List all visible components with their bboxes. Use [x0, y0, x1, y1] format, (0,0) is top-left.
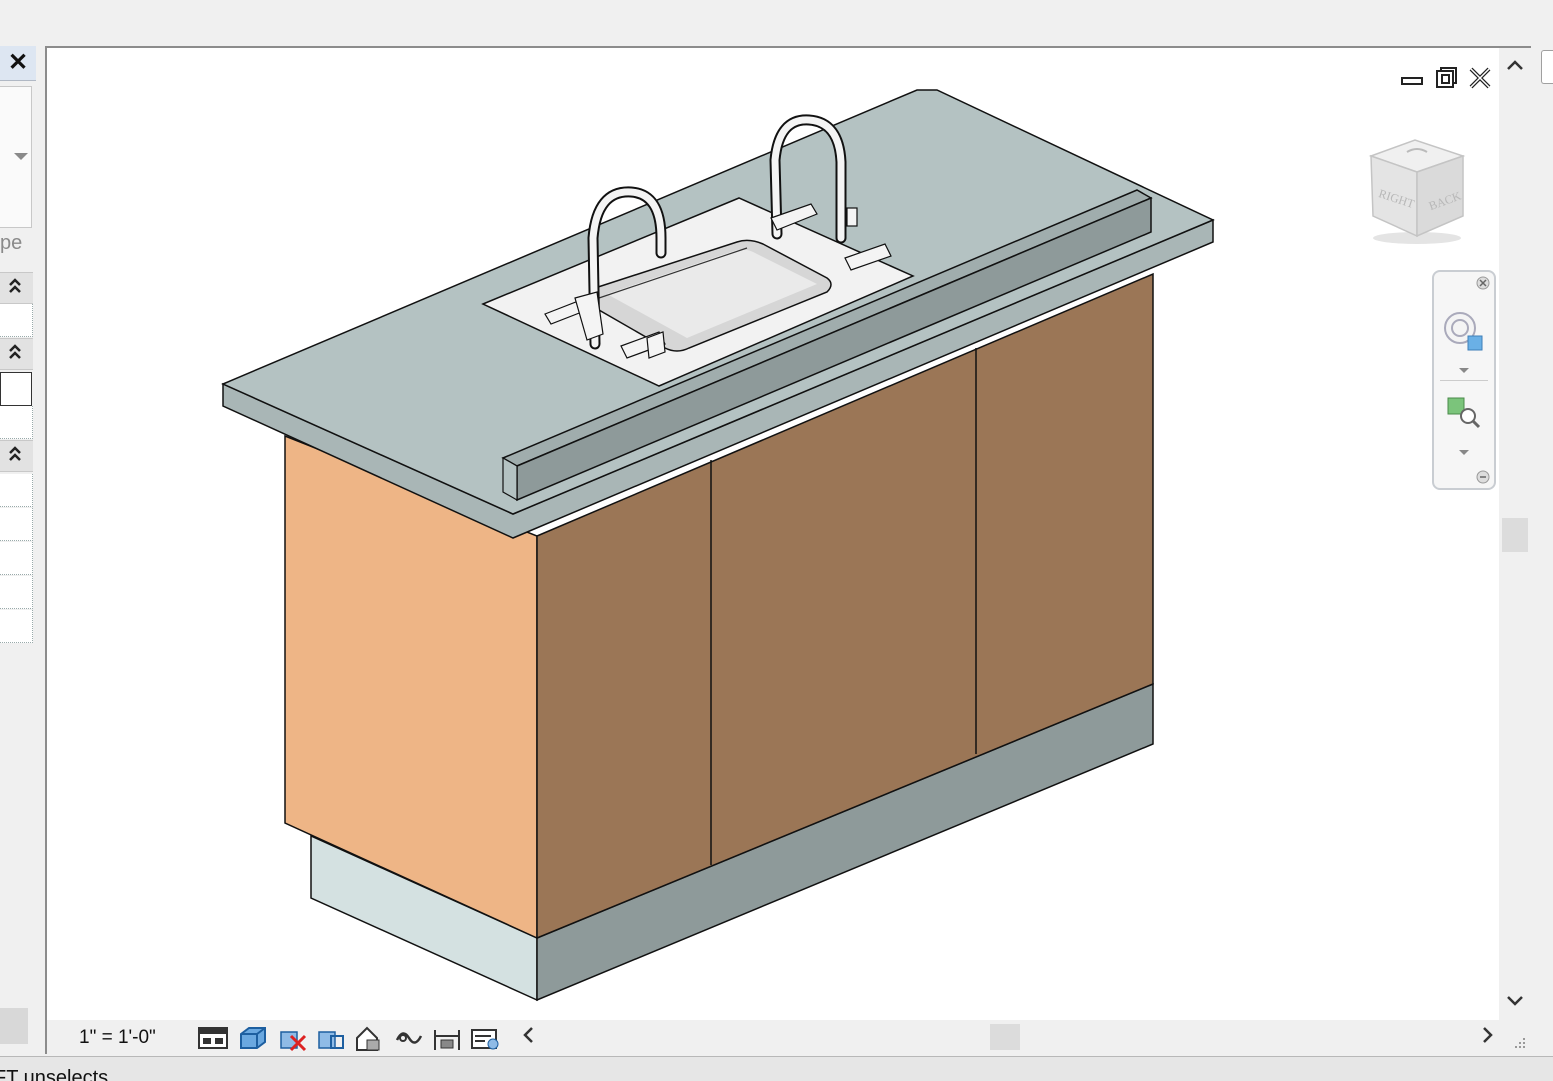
right-panel-edge	[1533, 46, 1553, 1054]
chevron-down-icon	[14, 153, 28, 160]
options-icon[interactable]	[1476, 470, 1490, 489]
collapse-icon[interactable]	[8, 342, 22, 367]
scroll-thumb[interactable]	[1502, 518, 1528, 552]
property-row[interactable]	[0, 304, 33, 337]
scroll-down-icon[interactable]	[1505, 992, 1525, 1014]
property-row[interactable]	[0, 542, 33, 575]
restore-icon[interactable]	[1433, 66, 1459, 90]
close-icon[interactable]: ✕	[0, 46, 36, 81]
3d-viewport[interactable]: RIGHT BACK	[47, 48, 1499, 1020]
status-bar: FT unselects	[0, 1056, 1553, 1081]
resize-grip-icon[interactable]	[1511, 1034, 1527, 1055]
backsplash-end	[502, 456, 518, 502]
minimize-icon[interactable]	[1399, 66, 1425, 90]
temporary-hide-icon[interactable]	[431, 1024, 463, 1052]
crop-view-icon[interactable]	[393, 1024, 425, 1052]
detail-level-icon[interactable]	[197, 1024, 229, 1052]
zoom-icon[interactable]	[1446, 396, 1482, 437]
cabinet-model[interactable]	[47, 48, 1499, 1020]
property-row[interactable]	[0, 508, 33, 541]
chevron-down-icon[interactable]	[1458, 444, 1470, 462]
scale-selector[interactable]: 1" = 1'-0"	[79, 1027, 156, 1049]
view-window: RIGHT BACK 1" = 1'-0"	[45, 46, 1531, 1054]
section-header[interactable]	[0, 272, 33, 304]
sun-path-off-icon[interactable]	[277, 1024, 309, 1052]
type-label: pe	[0, 232, 23, 254]
view-control-bar: 1" = 1'-0"	[47, 1020, 1531, 1054]
scroll-right-icon[interactable]	[1481, 1024, 1495, 1052]
close-icon[interactable]	[1476, 276, 1490, 295]
steering-wheel-icon[interactable]	[1442, 310, 1486, 359]
vertical-scrollbar[interactable]	[1499, 48, 1531, 1020]
scroll-left-icon[interactable]	[521, 1024, 535, 1052]
divider	[1440, 380, 1488, 381]
collapse-icon[interactable]	[8, 276, 22, 301]
property-row[interactable]	[0, 406, 33, 439]
properties-panel: ✕ pe	[0, 46, 36, 1056]
property-row[interactable]	[0, 372, 32, 406]
view-cube[interactable]: RIGHT BACK	[1365, 136, 1469, 244]
property-row[interactable]	[0, 576, 33, 609]
section-header[interactable]	[0, 338, 33, 370]
close-icon[interactable]	[1467, 66, 1493, 90]
horizontal-scrollbar[interactable]	[515, 1020, 1531, 1054]
property-row[interactable]	[0, 474, 33, 507]
scroll-thumb[interactable]	[990, 1024, 1020, 1050]
visual-style-icon[interactable]	[237, 1024, 269, 1052]
chevron-down-icon[interactable]	[1458, 362, 1470, 380]
type-selector[interactable]	[0, 86, 32, 228]
collapse-icon[interactable]	[8, 444, 22, 469]
navigation-bar	[1432, 270, 1496, 490]
property-row[interactable]	[0, 610, 33, 643]
show-rendering-icon[interactable]	[353, 1024, 385, 1052]
shadows-icon[interactable]	[315, 1024, 347, 1052]
status-text: FT unselects	[0, 1067, 109, 1081]
scroll-up-icon[interactable]	[1505, 56, 1525, 78]
apply-button[interactable]	[0, 1008, 28, 1044]
section-header[interactable]	[0, 440, 33, 472]
panel-tab[interactable]	[1541, 50, 1553, 84]
reveal-hidden-icon[interactable]	[469, 1024, 501, 1052]
